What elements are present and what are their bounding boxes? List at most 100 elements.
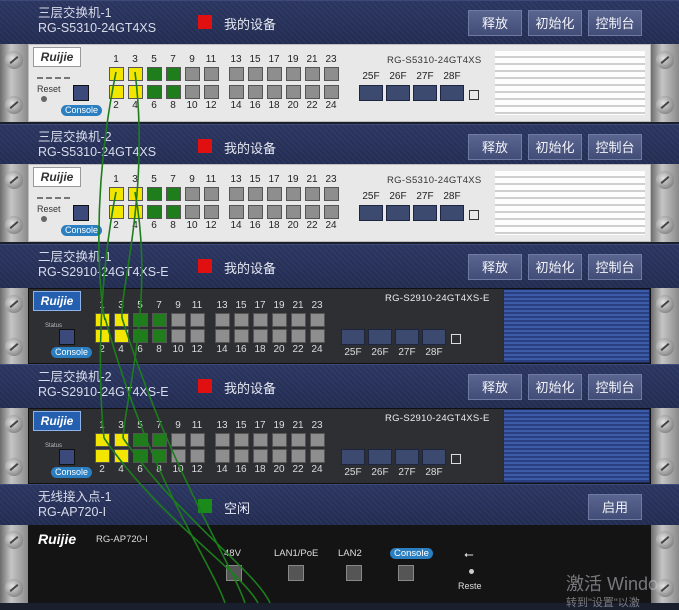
ethernet-port[interactable] [95, 449, 110, 463]
ethernet-port[interactable] [133, 433, 148, 447]
ethernet-port[interactable] [248, 85, 263, 99]
ethernet-port[interactable] [166, 187, 181, 201]
ethernet-port[interactable] [114, 433, 129, 447]
ethernet-port[interactable] [166, 85, 181, 99]
ethernet-port[interactable] [234, 329, 249, 343]
ethernet-port[interactable] [291, 449, 306, 463]
ethernet-port[interactable] [310, 433, 325, 447]
ethernet-port[interactable] [133, 329, 148, 343]
sfp-port[interactable] [422, 329, 446, 345]
ethernet-port[interactable] [215, 433, 230, 447]
ethernet-port[interactable] [109, 67, 124, 81]
ethernet-port[interactable] [190, 313, 205, 327]
ethernet-port[interactable] [190, 449, 205, 463]
ethernet-port[interactable] [128, 67, 143, 81]
ethernet-port[interactable] [109, 85, 124, 99]
ethernet-port[interactable] [248, 187, 263, 201]
sfp-port[interactable] [341, 449, 365, 465]
ethernet-port[interactable] [272, 329, 287, 343]
ethernet-port[interactable] [166, 205, 181, 219]
ethernet-port[interactable] [114, 329, 129, 343]
ethernet-port[interactable] [286, 205, 301, 219]
enable-button[interactable]: 启用 [588, 494, 642, 520]
ethernet-port[interactable] [128, 85, 143, 99]
ethernet-port[interactable] [234, 313, 249, 327]
ethernet-port[interactable] [286, 187, 301, 201]
ethernet-port[interactable] [248, 205, 263, 219]
ethernet-port[interactable] [204, 85, 219, 99]
ethernet-port[interactable] [286, 67, 301, 81]
ethernet-port[interactable] [310, 313, 325, 327]
console-button[interactable]: 控制台 [588, 374, 642, 400]
ethernet-port[interactable] [253, 313, 268, 327]
sfp-port[interactable] [359, 85, 383, 101]
ethernet-port[interactable] [305, 187, 320, 201]
ethernet-port[interactable] [109, 205, 124, 219]
sfp-port[interactable] [359, 205, 383, 221]
ethernet-port[interactable] [190, 329, 205, 343]
console-port[interactable] [73, 205, 89, 221]
console-button[interactable]: 控制台 [588, 134, 642, 160]
ethernet-port[interactable] [204, 67, 219, 81]
ethernet-port[interactable] [95, 433, 110, 447]
ethernet-port[interactable] [114, 313, 129, 327]
initialize-button[interactable]: 初始化 [528, 374, 582, 400]
release-button[interactable]: 释放 [468, 134, 522, 160]
ap-console-port[interactable] [398, 565, 414, 581]
sfp-port[interactable] [341, 329, 365, 345]
ethernet-port[interactable] [324, 187, 339, 201]
ethernet-port[interactable] [147, 187, 162, 201]
ethernet-port[interactable] [267, 85, 282, 99]
ethernet-port[interactable] [291, 313, 306, 327]
lan1-port[interactable] [288, 565, 304, 581]
ethernet-port[interactable] [133, 449, 148, 463]
ethernet-port[interactable] [267, 205, 282, 219]
release-button[interactable]: 释放 [468, 10, 522, 36]
ethernet-port[interactable] [267, 67, 282, 81]
initialize-button[interactable]: 初始化 [528, 10, 582, 36]
ethernet-port[interactable] [128, 205, 143, 219]
ethernet-port[interactable] [185, 187, 200, 201]
initialize-button[interactable]: 初始化 [528, 254, 582, 280]
ethernet-port[interactable] [152, 329, 167, 343]
ethernet-port[interactable] [152, 433, 167, 447]
ethernet-port[interactable] [128, 187, 143, 201]
ethernet-port[interactable] [152, 449, 167, 463]
console-port[interactable] [59, 449, 75, 465]
ethernet-port[interactable] [229, 67, 244, 81]
sfp-port[interactable] [413, 85, 437, 101]
ethernet-port[interactable] [215, 449, 230, 463]
ethernet-port[interactable] [229, 187, 244, 201]
ethernet-port[interactable] [234, 449, 249, 463]
ethernet-port[interactable] [185, 85, 200, 99]
ethernet-port[interactable] [267, 187, 282, 201]
ethernet-port[interactable] [95, 329, 110, 343]
ethernet-port[interactable] [310, 449, 325, 463]
ethernet-port[interactable] [272, 449, 287, 463]
initialize-button[interactable]: 初始化 [528, 134, 582, 160]
ethernet-port[interactable] [166, 67, 181, 81]
ethernet-port[interactable] [253, 433, 268, 447]
ethernet-port[interactable] [215, 313, 230, 327]
power-port[interactable] [226, 565, 242, 581]
sfp-port[interactable] [386, 85, 410, 101]
ethernet-port[interactable] [109, 187, 124, 201]
ethernet-port[interactable] [204, 187, 219, 201]
reset-button[interactable] [41, 96, 47, 102]
ethernet-port[interactable] [305, 85, 320, 99]
ethernet-port[interactable] [229, 205, 244, 219]
ethernet-port[interactable] [95, 313, 110, 327]
ethernet-port[interactable] [291, 329, 306, 343]
release-button[interactable]: 释放 [468, 254, 522, 280]
sfp-port[interactable] [422, 449, 446, 465]
ethernet-port[interactable] [291, 433, 306, 447]
ethernet-port[interactable] [147, 205, 162, 219]
ethernet-port[interactable] [190, 433, 205, 447]
sfp-port[interactable] [368, 449, 392, 465]
sfp-port[interactable] [395, 329, 419, 345]
ethernet-port[interactable] [114, 449, 129, 463]
ethernet-port[interactable] [272, 313, 287, 327]
ethernet-port[interactable] [305, 205, 320, 219]
sfp-port[interactable] [368, 329, 392, 345]
ethernet-port[interactable] [286, 85, 301, 99]
